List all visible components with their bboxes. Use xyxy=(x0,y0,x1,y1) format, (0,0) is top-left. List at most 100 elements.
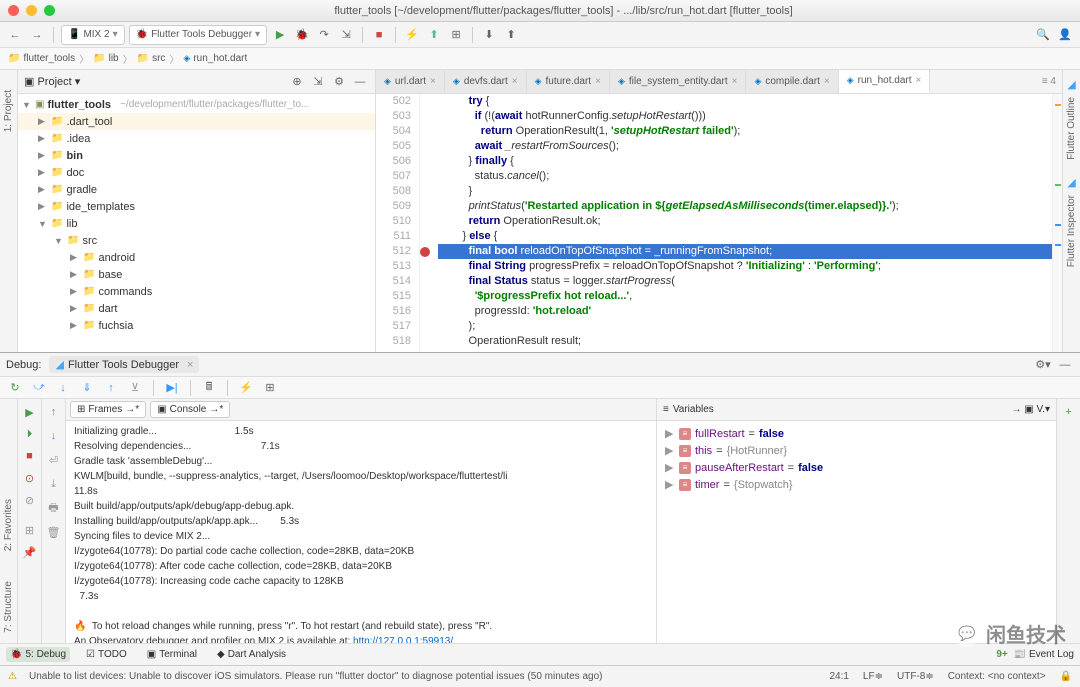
breakpoints-icon[interactable]: ⊙ xyxy=(21,469,39,487)
tree-item[interactable]: ▶📁.dart_tool xyxy=(18,113,375,130)
code-editor[interactable]: 5025035045055065075085095105115125135145… xyxy=(376,94,1062,352)
tree-item[interactable]: ▶📁ide_templates xyxy=(18,198,375,215)
variable-row[interactable]: ▶≡ timer = {Stopwatch} xyxy=(661,476,1052,493)
lock-icon[interactable]: 🔒 xyxy=(1060,671,1072,682)
scroll-icon[interactable]: ⤓ xyxy=(45,475,63,493)
stop-icon[interactable]: ■ xyxy=(370,26,388,44)
attach-icon[interactable]: ⇲ xyxy=(337,26,355,44)
scroll-from-source-icon[interactable]: ⊕ xyxy=(288,73,306,91)
tree-item[interactable]: ▶📁bin xyxy=(18,147,375,164)
run-to-cursor-icon[interactable]: ▶| xyxy=(163,379,181,397)
event-log-button[interactable]: 📰 Event Log xyxy=(1014,649,1074,660)
step-icon[interactable]: ↷ xyxy=(315,26,333,44)
bottom-tab[interactable]: ☑ TODO xyxy=(82,647,131,662)
vars-menu-icon[interactable]: → ▣ V.▾ xyxy=(1011,404,1050,415)
editor-tab[interactable]: ◈url.dart× xyxy=(376,70,445,93)
maximize-window-icon[interactable] xyxy=(44,5,55,16)
debug-session-tab[interactable]: ◢Flutter Tools Debugger× xyxy=(49,356,199,373)
tree-item[interactable]: ▶📁commands xyxy=(18,283,375,300)
reload-icon[interactable]: ⚡ xyxy=(403,26,421,44)
rerun-icon[interactable]: ↻ xyxy=(6,379,24,397)
structure-button[interactable]: 7: Structure xyxy=(3,581,14,633)
stop-icon[interactable]: ■ xyxy=(21,447,39,465)
step-out-icon[interactable]: ↑ xyxy=(102,379,120,397)
layout-icon[interactable]: ⊞ xyxy=(21,521,39,539)
run-config-selector[interactable]: 🐞Flutter Tools Debugger▾ xyxy=(129,25,267,45)
tree-item[interactable]: ▶📁android xyxy=(18,249,375,266)
forward-icon[interactable]: → xyxy=(28,26,46,44)
project-tool-button[interactable]: 1: Project xyxy=(3,90,14,132)
project-dropdown[interactable]: ▣ Project ▾ xyxy=(24,75,80,88)
tree-item[interactable]: ▼📁lib xyxy=(18,215,375,232)
breadcrumb-item[interactable]: ◈run_hot.dart xyxy=(183,53,247,64)
breadcrumb-item[interactable]: 📁lib xyxy=(93,53,118,64)
run-icon[interactable]: ▶ xyxy=(271,26,289,44)
rerun-icon[interactable]: ▶ xyxy=(21,403,39,421)
editor-tab[interactable]: ◈file_system_entity.dart× xyxy=(610,70,747,93)
flutter-inspector-button[interactable]: Flutter Inspector xyxy=(1066,195,1077,267)
editor-tab[interactable]: ◈run_hot.dart× xyxy=(839,70,931,93)
tree-item[interactable]: ▶📁base xyxy=(18,266,375,283)
close-window-icon[interactable] xyxy=(8,5,19,16)
debug-icon[interactable]: 🐞 xyxy=(293,26,311,44)
code-content[interactable]: try { if (!(await hotRunnerConfig.setupH… xyxy=(434,94,1052,352)
tree-item[interactable]: ▶📁doc xyxy=(18,164,375,181)
mute-bp-icon[interactable]: ⊘ xyxy=(21,491,39,509)
variables-body[interactable]: ▶≡ fullRestart = false▶≡ this = {HotRunn… xyxy=(657,421,1056,643)
variable-row[interactable]: ▶≡ this = {HotRunner} xyxy=(661,442,1052,459)
editor-tab[interactable]: ◈devfs.dart× xyxy=(445,70,527,93)
line-separator[interactable]: LF≑ xyxy=(863,671,883,682)
tree-item[interactable]: ▶📁fuchsia xyxy=(18,317,375,334)
bottom-tab[interactable]: 🐞 5: Debug xyxy=(6,647,70,662)
search-icon[interactable]: 🔍 xyxy=(1034,26,1052,44)
clear-icon[interactable]: 🗑 xyxy=(45,523,63,541)
minimap[interactable] xyxy=(1052,94,1062,352)
vcs-icon[interactable]: ⬇ xyxy=(480,26,498,44)
hide-icon[interactable]: — xyxy=(1056,356,1074,374)
print-icon[interactable]: 🖶 xyxy=(45,499,63,517)
upload-icon[interactable]: ⬆ xyxy=(425,26,443,44)
frames-tab[interactable]: ⊞ Frames →* xyxy=(70,401,146,418)
favorites-button[interactable]: 2: Favorites xyxy=(3,499,14,551)
back-icon[interactable]: ← xyxy=(6,26,24,44)
minimize-window-icon[interactable] xyxy=(26,5,37,16)
tree-item[interactable]: ▶📁dart xyxy=(18,300,375,317)
tree-item[interactable]: ▶📁.idea xyxy=(18,130,375,147)
add-watch-icon[interactable]: + xyxy=(1060,403,1078,421)
reload-icon[interactable]: ⚡ xyxy=(237,379,255,397)
editor-tab[interactable]: ◈compile.dart× xyxy=(746,70,838,93)
user-icon[interactable]: 👤 xyxy=(1056,26,1074,44)
close-tab-icon[interactable]: × xyxy=(916,75,922,86)
evaluate-icon[interactable]: 🖩 xyxy=(200,379,218,397)
pin-icon[interactable]: 📌 xyxy=(21,543,39,561)
close-tab-icon[interactable]: × xyxy=(512,76,518,87)
breakpoint-icon[interactable] xyxy=(420,247,430,257)
project-tree[interactable]: ▼▣ flutter_tools ~/development/flutter/p… xyxy=(18,94,375,352)
gear-icon[interactable]: ⚙ xyxy=(330,73,348,91)
tree-item[interactable]: ▶📁gradle xyxy=(18,181,375,198)
bottom-tab[interactable]: ◆ Dart Analysis xyxy=(213,647,290,662)
editor-tab[interactable]: ◈future.dart× xyxy=(527,70,610,93)
device-selector[interactable]: 📱MIX 2▾ xyxy=(61,25,125,45)
vcs-commit-icon[interactable]: ⬆ xyxy=(502,26,520,44)
close-tab-icon[interactable]: × xyxy=(595,76,601,87)
variable-row[interactable]: ▶≡ pauseAfterRestart = false xyxy=(661,459,1052,476)
gear-icon[interactable]: ⚙▾ xyxy=(1034,356,1052,374)
flutter-icon[interactable]: ◢ xyxy=(1067,78,1075,91)
breadcrumb-item[interactable]: 📁src xyxy=(137,53,166,64)
tree-item[interactable]: ▼📁src xyxy=(18,232,375,249)
close-tab-icon[interactable]: × xyxy=(430,76,436,87)
breadcrumb-item[interactable]: 📁flutter_tools xyxy=(8,53,75,64)
collapse-icon[interactable]: ⇲ xyxy=(309,73,327,91)
step-over-icon[interactable]: ⤻ xyxy=(30,379,48,397)
observatory-link[interactable]: http://127.0.0.1:59913/ xyxy=(353,636,453,643)
drop-frame-icon[interactable]: ⊻ xyxy=(126,379,144,397)
tree-root[interactable]: ▼▣ flutter_tools ~/development/flutter/p… xyxy=(18,96,375,113)
close-tab-icon[interactable]: × xyxy=(824,76,830,87)
console-tab[interactable]: ▣ Console →* xyxy=(150,401,230,418)
step-into-icon[interactable]: ↓ xyxy=(54,379,72,397)
devtools-icon[interactable]: ⊞ xyxy=(447,26,465,44)
console-output[interactable]: Initializing gradle... 1.5s Resolving de… xyxy=(66,421,656,643)
wrap-icon[interactable]: ⏎ xyxy=(45,451,63,469)
force-step-icon[interactable]: ⇓ xyxy=(78,379,96,397)
